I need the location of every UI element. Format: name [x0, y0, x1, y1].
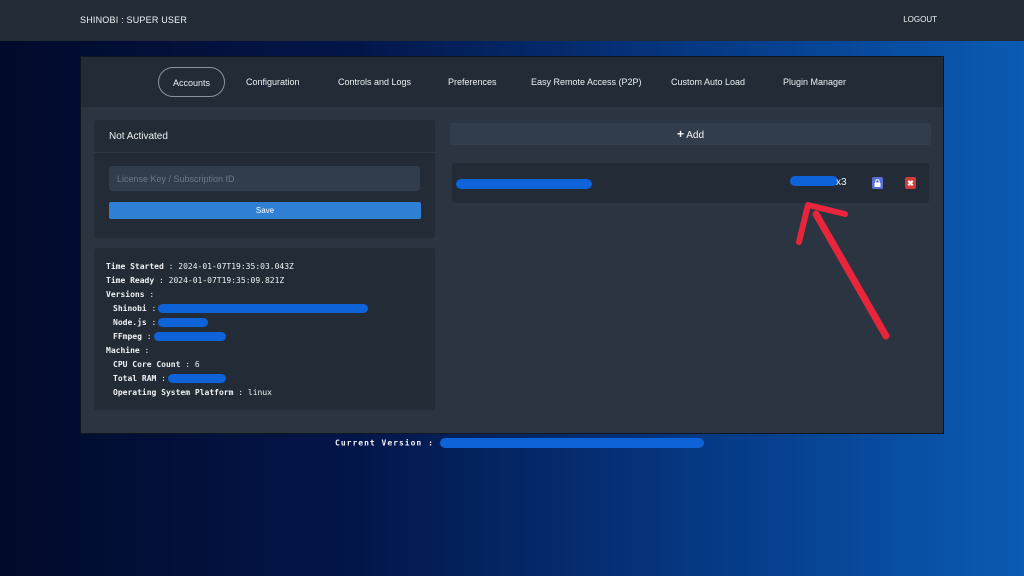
- separator: :: [154, 276, 169, 285]
- os-label: Operating System Platform: [113, 388, 234, 397]
- add-account-button[interactable]: + Add: [450, 123, 931, 145]
- tab-controls-and-logs[interactable]: Controls and Logs: [338, 67, 411, 97]
- tab-preferences[interactable]: Preferences: [448, 67, 497, 97]
- cpu-label: CPU Core Count: [113, 360, 181, 369]
- top-navbar: SHINOBI : SUPER USER LOGOUT: [0, 0, 1024, 41]
- ram-label: Total RAM: [113, 374, 157, 383]
- info-line-shinobi: Shinobi :: [106, 302, 369, 316]
- info-line-ram: Total RAM :: [106, 372, 368, 386]
- current-version-line: Current Version :: [335, 438, 704, 448]
- license-card: Not Activated Save: [94, 120, 435, 238]
- brand-title: SHINOBI : SUPER USER: [80, 15, 188, 25]
- account-name-redacted: [456, 179, 592, 189]
- logout-link[interactable]: LOGOUT: [903, 15, 937, 24]
- save-button[interactable]: Save: [109, 202, 421, 219]
- cpu-value: 6: [194, 360, 200, 369]
- tab-plugin-manager[interactable]: Plugin Manager: [783, 67, 846, 97]
- separator: :: [180, 360, 195, 369]
- current-version-redacted: [439, 438, 704, 448]
- separator: :: [233, 388, 248, 397]
- time-ready-value: 2024-01-07T19:35:09.821Z: [168, 276, 285, 285]
- os-value: linux: [247, 388, 272, 397]
- lock-glyph: [874, 179, 881, 187]
- time-ready-label: Time Ready: [106, 276, 155, 285]
- shinobi-label: Shinobi: [113, 304, 147, 313]
- license-status-title: Not Activated: [109, 131, 168, 142]
- tab-custom-auto-load[interactable]: Custom Auto Load: [671, 67, 745, 97]
- info-line-ffmpeg: FFmpeg :: [106, 330, 368, 344]
- info-line-os: Operating System Platform : linux: [106, 386, 368, 400]
- system-info-card: Time Started : 2024-01-07T19:35:03.043Z …: [94, 248, 435, 410]
- separator: :: [163, 262, 179, 271]
- tab-configuration[interactable]: Configuration: [246, 67, 300, 97]
- tab-easy-remote-access[interactable]: Easy Remote Access (P2P): [531, 67, 642, 97]
- divider: [94, 152, 435, 153]
- system-info-text: Time Started : 2024-01-07T19:35:03.043Z …: [106, 260, 369, 400]
- versions-label: Versions: [106, 290, 145, 299]
- redaction-mark: [153, 332, 226, 341]
- redaction-mark: [158, 318, 209, 327]
- ffmpeg-label: FFmpeg: [113, 332, 142, 341]
- lock-icon[interactable]: [872, 177, 883, 189]
- time-started-value: 2024-01-07T19:35:03.043Z: [178, 262, 294, 271]
- redaction-mark: [158, 304, 369, 313]
- nodejs-label: Node.js: [113, 318, 147, 327]
- account-id-suffix: x3: [836, 177, 847, 188]
- machine-label: Machine: [106, 346, 140, 355]
- info-line-machine: Machine :: [106, 344, 368, 358]
- info-line-nodejs: Node.js :: [106, 316, 368, 330]
- info-line-time-ready: Time Ready : 2024-01-07T19:35:09.821Z: [106, 274, 368, 288]
- info-line-versions: Versions :: [106, 288, 368, 302]
- info-line-time-started: Time Started : 2024-01-07T19:35:03.043Z: [106, 260, 368, 274]
- time-started-label: Time Started: [106, 262, 164, 271]
- account-id-redacted: [790, 176, 838, 186]
- separator: :: [144, 290, 155, 299]
- close-icon[interactable]: ✖: [905, 177, 916, 189]
- license-key-input[interactable]: [109, 166, 420, 191]
- current-version-label: Current Version :: [335, 438, 434, 448]
- plus-icon: +: [676, 127, 684, 141]
- redaction-mark: [168, 374, 226, 383]
- superuser-panel: Accounts Configuration Controls and Logs…: [80, 56, 944, 434]
- separator: :: [139, 346, 150, 355]
- info-line-cpu: CPU Core Count : 6: [106, 358, 368, 372]
- tab-bar: Accounts Configuration Controls and Logs…: [81, 57, 943, 107]
- add-account-label: Add: [686, 130, 705, 141]
- tab-accounts[interactable]: Accounts: [158, 67, 226, 97]
- account-row[interactable]: x3 ✖: [452, 163, 929, 203]
